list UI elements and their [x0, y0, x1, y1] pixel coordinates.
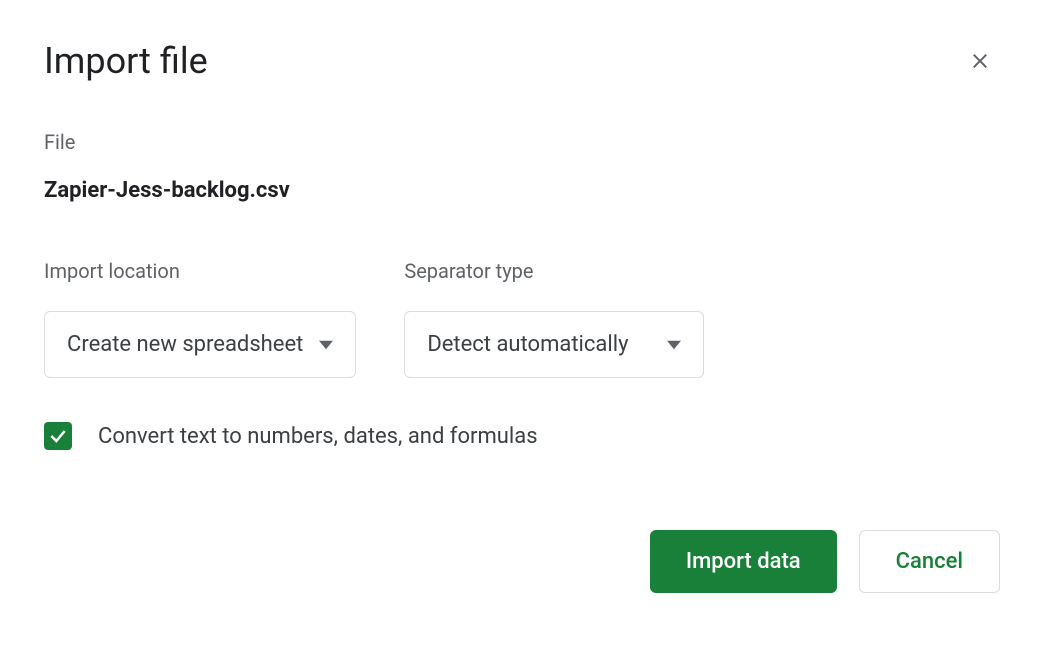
file-section-label: File [44, 130, 1000, 154]
cancel-button[interactable]: Cancel [859, 530, 1000, 593]
convert-checkbox-row: Convert text to numbers, dates, and form… [44, 422, 1000, 450]
import-location-value: Create new spreadsheet [67, 332, 303, 357]
selects-row: Import location Create new spreadsheet S… [44, 259, 1000, 378]
import-location-group: Import location Create new spreadsheet [44, 259, 356, 378]
checkmark-icon [48, 426, 68, 446]
import-location-dropdown[interactable]: Create new spreadsheet [44, 311, 356, 378]
separator-type-value: Detect automatically [427, 332, 628, 357]
import-location-label: Import location [44, 259, 356, 283]
dialog-header: Import file [44, 40, 1000, 82]
dropdown-arrow-icon [319, 338, 333, 352]
convert-checkbox[interactable] [44, 422, 72, 450]
close-icon [968, 49, 992, 73]
import-data-button[interactable]: Import data [650, 530, 837, 593]
dropdown-arrow-icon [667, 338, 681, 352]
file-name: Zapier-Jess-backlog.csv [44, 178, 1000, 203]
dialog-title: Import file [44, 40, 208, 82]
separator-type-group: Separator type Detect automatically [404, 259, 704, 378]
close-button[interactable] [960, 41, 1000, 81]
convert-checkbox-label: Convert text to numbers, dates, and form… [98, 424, 538, 449]
separator-type-dropdown[interactable]: Detect automatically [404, 311, 704, 378]
separator-type-label: Separator type [404, 259, 704, 283]
dialog-actions: Import data Cancel [44, 530, 1000, 593]
